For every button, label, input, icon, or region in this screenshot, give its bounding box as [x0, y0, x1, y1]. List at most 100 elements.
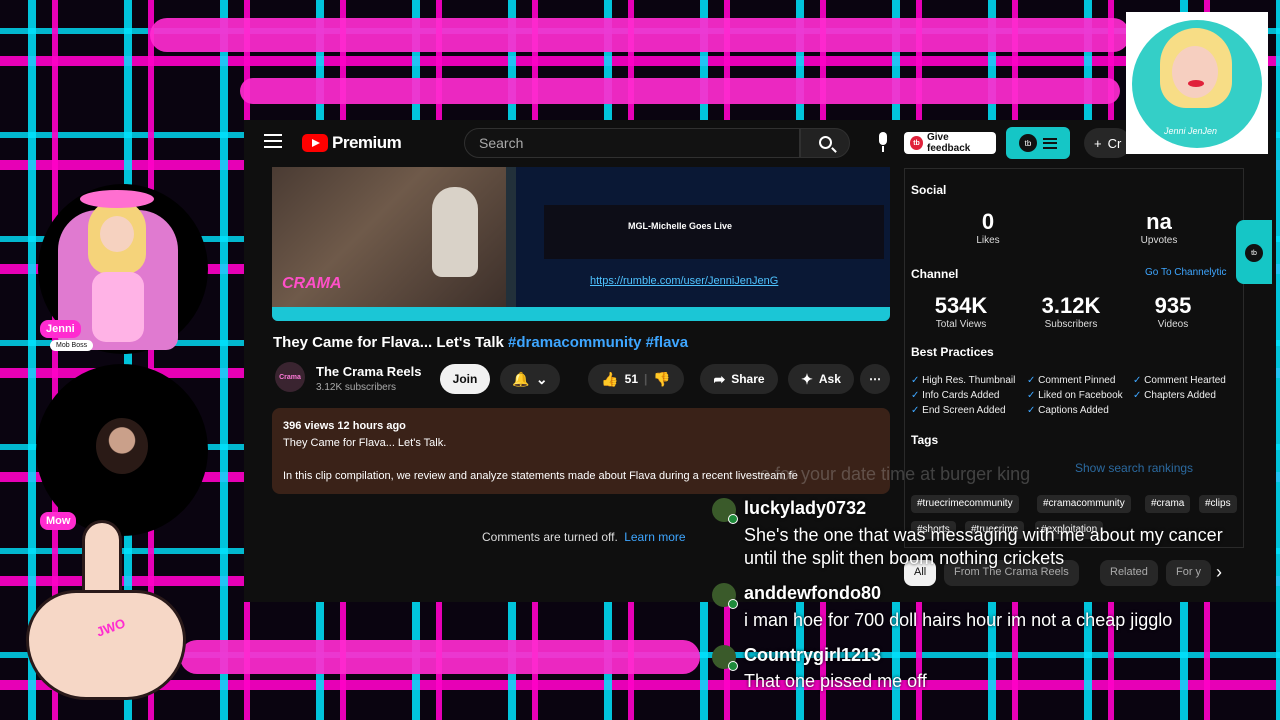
crama-watermark: CRAMA: [282, 275, 342, 292]
total-views-value: 534K: [934, 293, 988, 318]
sticker-signature: Jenni JenJen: [1164, 126, 1218, 136]
title-text: They Came for Flava... Let's Talk: [273, 334, 504, 351]
pink-paint-stripe-bottom: [180, 640, 700, 674]
practice-item: High Res. Thumbnail: [911, 375, 1015, 386]
thumbs-down-icon[interactable]: 👎: [653, 371, 670, 388]
subscribers-value: 3.12K: [1041, 293, 1101, 318]
give-feedback-button[interactable]: tb Give feedback: [904, 132, 996, 154]
pink-paint-stripe-upper: [240, 78, 1120, 104]
video-title: They Came for Flava... Let's Talk #drama…: [273, 334, 688, 351]
more-actions-button[interactable]: ⋯: [860, 364, 890, 394]
ask-label: Ask: [818, 372, 841, 386]
video-scene: CRAMA: [272, 167, 506, 321]
title-hashtags[interactable]: #dramacommunity #flava: [508, 334, 688, 351]
notification-bell-button[interactable]: 🔔 ⌄: [500, 364, 560, 394]
share-label: Share: [731, 372, 765, 386]
tubebuddy-logo-icon: tb: [1245, 244, 1263, 262]
chat-username: luckylady0732: [744, 498, 867, 518]
user-avatar: [712, 583, 738, 609]
user-avatar: [712, 645, 738, 671]
practice-item: End Screen Added: [911, 405, 1005, 416]
chat-text: That one pissed me off: [744, 671, 927, 691]
tags-heading: Tags: [911, 433, 939, 447]
thumbs-up-icon: 👍: [601, 370, 619, 387]
search-icon: [819, 136, 832, 149]
ask-button[interactable]: ✦ Ask: [788, 364, 854, 394]
subscribers-stat: 3.12K Subscribers: [1031, 293, 1111, 330]
video-bottom-bar: [272, 307, 890, 321]
tag-chip[interactable]: #clips: [1199, 495, 1237, 513]
menu-icon[interactable]: [264, 134, 282, 148]
chevron-down-icon: ⌄: [535, 370, 548, 387]
middle-finger-hand-graphic: JWO: [6, 520, 202, 710]
share-button[interactable]: ➦ Share: [700, 364, 778, 394]
menu-lines-icon: [1043, 137, 1057, 149]
views-and-date: 396 views 12 hours ago: [283, 420, 406, 432]
best-practices-heading: Best Practices: [911, 345, 994, 359]
mow-avatar: [96, 418, 148, 474]
social-heading: Social: [911, 183, 947, 197]
videos-label: Videos: [1157, 319, 1189, 330]
tag-chip[interactable]: #crama: [1145, 495, 1191, 513]
likes-stat: 0 Likes: [953, 209, 1023, 246]
practice-item: Info Cards Added: [911, 390, 999, 401]
tag-chip[interactable]: #cramacommunity: [1037, 495, 1131, 513]
dog-image: [432, 187, 478, 277]
overlay-label: MGL-Michelle Goes Live: [628, 221, 733, 231]
tubebuddy-menu-button[interactable]: tb: [1006, 127, 1070, 159]
practice-item: Comment Hearted: [1133, 375, 1226, 386]
likes-value: 0: [981, 209, 995, 234]
videos-stat: 935 Videos: [1133, 293, 1213, 330]
search-button[interactable]: [800, 128, 850, 158]
channel-subscribers: 3.12K subscribers: [316, 382, 397, 393]
channel-heading: Channel: [911, 267, 959, 281]
like-dislike-button[interactable]: 👍 51 | 👎: [588, 364, 684, 394]
likes-label: Likes: [976, 235, 1000, 246]
jenni-role-tag: Mob Boss: [50, 340, 94, 351]
youtube-top-bar: Premium Search tb Give feedback tb + Cr: [244, 120, 1276, 166]
faded-chat-text: e for your date time at burger king: [760, 464, 1031, 484]
feedback-label: Give feedback: [927, 132, 971, 154]
tubebuddy-panel: Social 0 Likes na Upvotes Channel Go To …: [904, 168, 1244, 548]
tag-chip[interactable]: #truecrimecommunity: [911, 495, 1019, 513]
chat-overlay-box: [544, 205, 884, 259]
tubebuddy-icon: tb: [910, 136, 923, 150]
chat-text: She's the one that was messaging with me…: [744, 525, 1223, 568]
upvotes-stat: na Upvotes: [1119, 209, 1199, 246]
total-views-label: Total Views: [935, 319, 987, 330]
youtube-logo-icon: [302, 134, 328, 152]
rumble-url: https://rumble.com/user/JenniJenJenG: [590, 275, 779, 287]
description-line-1: They Came for Flava... Let's Talk.: [283, 437, 447, 449]
upvotes-value: na: [1146, 209, 1172, 234]
practice-item: Liked on Facebook: [1027, 390, 1123, 401]
join-button[interactable]: Join: [440, 364, 490, 394]
subscribers-label: Subscribers: [1044, 319, 1098, 330]
upvotes-label: Upvotes: [1140, 235, 1178, 246]
videos-value: 935: [1154, 293, 1192, 318]
tubebuddy-logo-icon: tb: [1019, 134, 1037, 152]
logo-text: Premium: [332, 133, 402, 152]
youtube-premium-logo[interactable]: Premium: [302, 133, 402, 153]
microphone-icon[interactable]: [876, 132, 890, 152]
go-to-channelytics-link[interactable]: Go To Channelytic: [1145, 267, 1227, 278]
show-search-rankings-link[interactable]: Show search rankings: [1075, 461, 1193, 475]
channel-name[interactable]: The Crama Reels: [316, 364, 422, 379]
practice-item: Comment Pinned: [1027, 375, 1115, 386]
create-button[interactable]: + Cr: [1084, 128, 1132, 158]
pink-paint-stripe-top: [150, 18, 1130, 52]
search-input[interactable]: Search: [464, 128, 800, 158]
chat-username: anddewfondo80: [744, 583, 882, 603]
chat-username: Countrygirl1213: [744, 645, 882, 665]
tubebuddy-side-tab[interactable]: tb: [1236, 220, 1272, 284]
practice-item: Captions Added: [1027, 405, 1109, 416]
user-avatar: [712, 498, 738, 524]
create-label: Cr: [1107, 135, 1122, 151]
video-player[interactable]: CRAMA MGL-Michelle Goes Live https://rum…: [272, 167, 890, 321]
comments-disabled-notice: Comments are turned off. Learn more: [482, 530, 686, 544]
chat-text: i man hoe for 700 doll hairs hour im not…: [744, 610, 1173, 630]
sparkle-icon: ✦: [801, 370, 813, 387]
stream-overlay: MGL-Michelle Goes Live https://rumble.co…: [516, 167, 890, 307]
channel-avatar[interactable]: Crama: [275, 362, 305, 392]
learn-more-link[interactable]: Learn more: [624, 530, 685, 544]
comments-off-text: Comments are turned off.: [482, 530, 618, 544]
